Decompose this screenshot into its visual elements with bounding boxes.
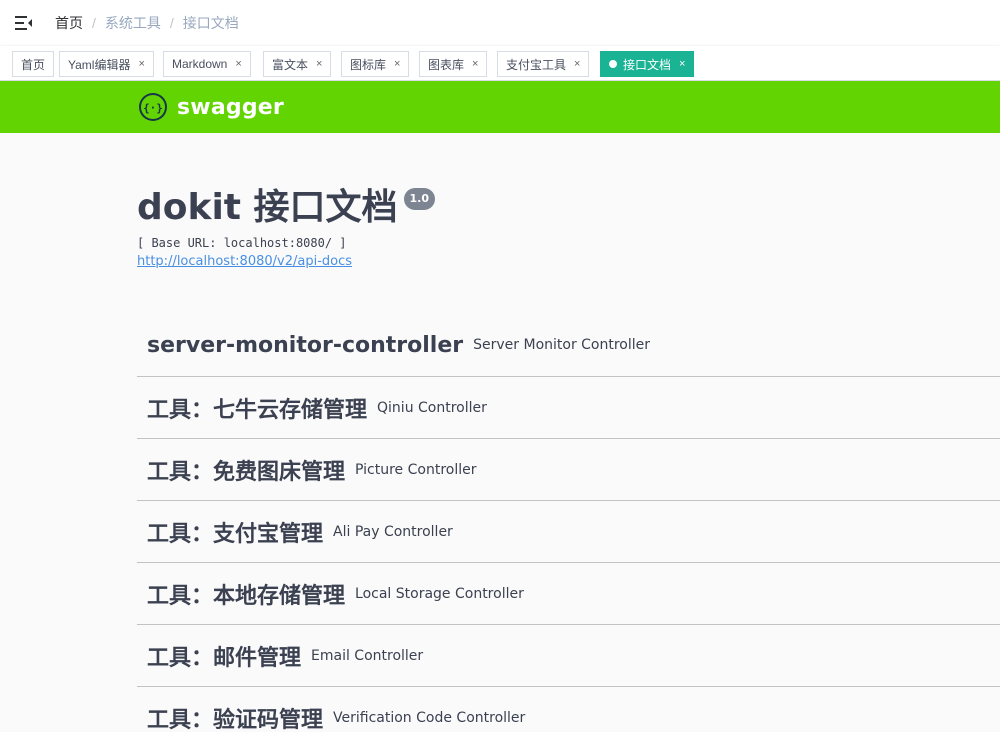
tag-yaml-editor[interactable]: Yaml编辑器 ×: [59, 51, 154, 77]
section-title: 工具：邮件管理: [147, 645, 302, 671]
section-verification-code[interactable]: 工具：验证码管理 Verification Code Controller: [137, 687, 1000, 732]
close-icon[interactable]: ×: [472, 58, 478, 70]
close-icon[interactable]: ×: [138, 58, 144, 70]
svg-text:{·}: {·}: [143, 102, 163, 115]
section-title: 工具：七牛云存储管理: [147, 397, 368, 423]
section-title: server-monitor-controller: [147, 332, 464, 358]
tags-view-bar: 首页 Yaml编辑器 × Markdown × 富文本 × 图标库 × 图表库 …: [0, 46, 1000, 81]
section-description: Ali Pay Controller: [333, 523, 453, 540]
section-description: Server Monitor Controller: [473, 337, 651, 353]
version-badge: 1.0: [403, 188, 436, 210]
close-icon[interactable]: ×: [679, 58, 685, 70]
section-title: 工具：支付宝管理: [147, 521, 324, 547]
section-qiniu[interactable]: 工具：七牛云存储管理 Qiniu Controller: [137, 377, 1000, 439]
section-description: Picture Controller: [355, 461, 477, 478]
tag-rich-text[interactable]: 富文本 ×: [263, 51, 332, 77]
tag-label: Markdown: [172, 57, 228, 71]
swagger-braces-icon: {·}: [139, 93, 167, 121]
section-description: Verification Code Controller: [333, 709, 526, 726]
tag-label: 富文本: [272, 57, 309, 72]
breadcrumb: 首页 / 系统工具 / 接口文档: [55, 13, 239, 33]
breadcrumb-home[interactable]: 首页: [55, 13, 83, 33]
controller-sections: server-monitor-controller Server Monitor…: [137, 314, 1000, 732]
api-title: dokit 接口文档: [137, 187, 398, 228]
tag-home[interactable]: 首页: [12, 51, 55, 77]
close-icon[interactable]: ×: [235, 58, 241, 70]
section-description: Qiniu Controller: [377, 399, 487, 416]
tag-icon-library[interactable]: 图标库 ×: [341, 51, 410, 77]
api-docs-frame: {·} swagger dokit 接口文档 1.0 [ Base URL: l…: [0, 81, 1000, 732]
tag-label: 支付宝工具: [506, 57, 567, 72]
tag-markdown[interactable]: Markdown ×: [163, 51, 251, 77]
swagger-logo[interactable]: {·} swagger: [138, 92, 284, 122]
tag-label: Yaml编辑器: [68, 57, 131, 72]
section-title: 工具：免费图床管理: [147, 459, 346, 485]
breadcrumb-system-tools: 系统工具: [104, 15, 161, 31]
tag-label: 首页: [21, 57, 46, 72]
tag-label: 接口文档: [623, 57, 672, 72]
tag-label: 图表库: [428, 57, 465, 72]
section-email[interactable]: 工具：邮件管理 Email Controller: [137, 625, 1000, 687]
tag-alipay-tool[interactable]: 支付宝工具 ×: [497, 51, 590, 77]
top-navbar: 首页 / 系统工具 / 接口文档: [0, 0, 1000, 46]
breadcrumb-separator: /: [169, 15, 174, 31]
section-picture[interactable]: 工具：免费图床管理 Picture Controller: [137, 439, 1000, 501]
section-description: Email Controller: [311, 647, 424, 664]
api-docs-link[interactable]: http://localhost:8080/v2/api-docs: [137, 254, 352, 269]
close-icon[interactable]: ×: [394, 58, 400, 70]
swagger-topbar: {·} swagger: [0, 81, 1000, 133]
tag-chart-library[interactable]: 图表库 ×: [419, 51, 488, 77]
base-url: [ Base URL: localhost:8080/ ]: [137, 236, 347, 250]
tag-api-docs[interactable]: 接口文档 ×: [600, 51, 695, 77]
section-server-monitor[interactable]: server-monitor-controller Server Monitor…: [137, 314, 1000, 377]
close-icon[interactable]: ×: [574, 58, 580, 70]
section-title: 工具：本地存储管理: [147, 583, 346, 609]
breadcrumb-separator: /: [92, 15, 96, 31]
section-local-storage[interactable]: 工具：本地存储管理 Local Storage Controller: [137, 563, 1000, 625]
hamburger-menu-icon[interactable]: [12, 11, 36, 35]
active-dot-icon: [609, 60, 617, 68]
api-info: dokit 接口文档 1.0 [ Base URL: localhost:808…: [137, 184, 436, 270]
section-title: 工具：验证码管理: [147, 707, 324, 732]
close-icon[interactable]: ×: [316, 58, 322, 70]
breadcrumb-api-docs: 接口文档: [182, 15, 239, 31]
tag-label: 图标库: [350, 57, 387, 72]
swagger-logo-text: swagger: [177, 94, 284, 120]
section-alipay[interactable]: 工具：支付宝管理 Ali Pay Controller: [137, 501, 1000, 563]
section-description: Local Storage Controller: [355, 585, 524, 602]
